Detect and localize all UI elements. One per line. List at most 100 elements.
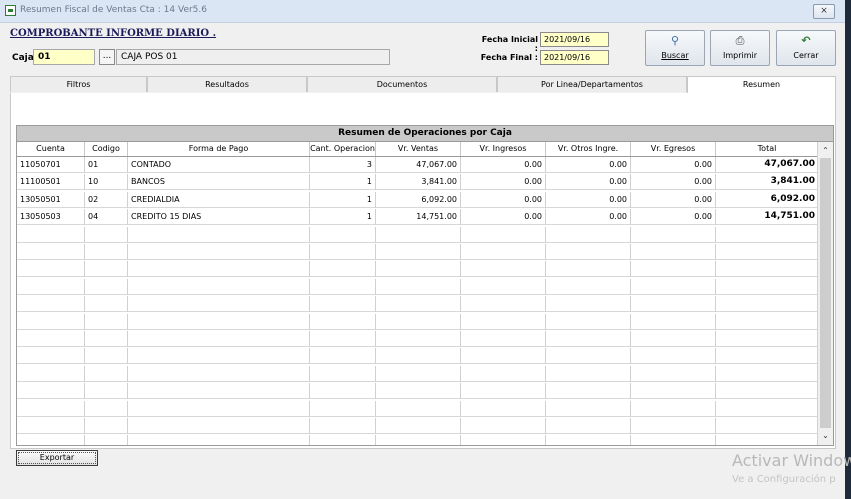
column-header-vr-egresos[interactable]: Vr. Egresos	[631, 142, 716, 156]
caja-lookup-button[interactable]: ...	[99, 49, 115, 65]
table-row[interactable]: 11050701 01 CONTADO 3 47,067.00 0.00 0.00 0.00 4…	[17, 157, 819, 173]
imprimir-label: Imprimir	[722, 51, 758, 60]
cell-cuenta	[17, 313, 85, 330]
cell-cuenta	[17, 244, 85, 260]
cell-vr-ingresos	[461, 278, 546, 295]
cell-cant-operacion	[310, 400, 376, 417]
empty-table-row[interactable]	[17, 418, 819, 434]
cell-total	[716, 400, 819, 417]
tab-documentos[interactable]: Documentos	[307, 76, 497, 92]
cell-cant-operacion	[310, 435, 376, 445]
buscar-button[interactable]: ⚲ Buscar	[645, 30, 705, 66]
empty-table-row[interactable]	[17, 348, 819, 365]
cell-vr-ventas: 47,067.00	[376, 157, 461, 173]
resumen-grid[interactable]: Cuenta Codigo Forma de Pago Cant. Operacion…	[16, 142, 834, 446]
cell-codigo: 04	[85, 209, 128, 226]
tab-resultados[interactable]: Resultados	[147, 76, 307, 92]
column-header-cant-operacion[interactable]: Cant. Operacion	[310, 142, 376, 156]
cell-vr-ingresos	[461, 418, 546, 434]
empty-table-row[interactable]	[17, 400, 819, 417]
cell-cant-operacion: 3	[310, 157, 376, 173]
table-row[interactable]: 13050501 02 CREDIALDIA 1 6,092.00 0.00 0.00 0.0…	[17, 191, 819, 208]
cell-codigo	[85, 383, 128, 400]
empty-table-row[interactable]	[17, 435, 819, 445]
cell-vr-otros-ingre: 0.00	[546, 191, 631, 208]
empty-table-row[interactable]	[17, 331, 819, 347]
cell-codigo	[85, 331, 128, 347]
cell-cuenta	[17, 261, 85, 278]
cell-vr-egresos: 0.00	[631, 191, 716, 208]
fecha-inicial-label: Fecha Inicial :	[481, 35, 538, 53]
window-title: Resumen Fiscal de Ventas Cta : 14 Ver5.6	[20, 5, 207, 15]
exportar-button[interactable]: Exportar	[16, 450, 98, 466]
cell-codigo	[85, 226, 128, 243]
table-row[interactable]: 13050503 04 CREDITO 15 DIAS 1 14,751.00 0.00 0…	[17, 209, 819, 226]
close-window-button[interactable]: ⨯	[813, 4, 835, 19]
cell-vr-ingresos: 0.00	[461, 209, 546, 226]
cell-codigo	[85, 435, 128, 445]
cell-vr-otros-ingre: 0.00	[546, 209, 631, 226]
caja-code-field[interactable]: 01	[33, 49, 95, 65]
cell-cant-operacion	[310, 348, 376, 365]
scroll-thumb[interactable]	[820, 158, 831, 428]
cell-forma-de-pago	[128, 418, 310, 434]
cell-vr-ventas	[376, 278, 461, 295]
imprimir-button[interactable]: ⎙ Imprimir	[710, 30, 770, 66]
cell-codigo	[85, 313, 128, 330]
cell-forma-de-pago: CREDITO 15 DIAS	[128, 209, 310, 226]
vertical-scrollbar[interactable]: ⌃ ⌄	[817, 142, 833, 445]
scroll-up-icon[interactable]: ⌃	[818, 144, 833, 158]
cell-forma-de-pago	[128, 365, 310, 382]
cell-vr-otros-ingre	[546, 383, 631, 400]
cell-vr-egresos	[631, 383, 716, 400]
empty-table-row[interactable]	[17, 296, 819, 313]
cell-vr-egresos	[631, 244, 716, 260]
cell-vr-ingresos	[461, 365, 546, 382]
cell-vr-otros-ingre	[546, 400, 631, 417]
cell-forma-de-pago	[128, 278, 310, 295]
cell-codigo	[85, 261, 128, 278]
cell-vr-otros-ingre: 0.00	[546, 174, 631, 191]
tab-por-linea-departamentos[interactable]: Por Linea/Departamentos	[497, 76, 687, 92]
tab-filtros[interactable]: Filtros	[10, 76, 147, 92]
empty-table-row[interactable]	[17, 313, 819, 330]
cell-codigo: 01	[85, 157, 128, 173]
spreadsheet-app-icon	[5, 5, 16, 16]
fecha-inicial-input[interactable]: 2021/09/16	[540, 32, 609, 47]
cell-vr-ingresos	[461, 400, 546, 417]
cell-vr-egresos	[631, 296, 716, 313]
empty-table-row[interactable]	[17, 383, 819, 400]
title-bar[interactable]: Resumen Fiscal de Ventas Cta : 14 Ver5.6…	[0, 0, 845, 23]
fecha-final-label: Fecha Final :	[480, 53, 538, 62]
empty-table-row[interactable]	[17, 261, 819, 278]
fecha-final-input[interactable]: 2021/09/16	[540, 50, 609, 65]
empty-table-row[interactable]	[17, 365, 819, 382]
empty-table-row[interactable]	[17, 226, 819, 243]
cell-forma-de-pago	[128, 435, 310, 445]
empty-table-row[interactable]	[17, 278, 819, 295]
empty-table-row[interactable]	[17, 244, 819, 260]
cell-vr-egresos	[631, 226, 716, 243]
column-header-total[interactable]: Total	[716, 142, 819, 156]
cell-vr-otros-ingre	[546, 278, 631, 295]
tab-resumen[interactable]: Resumen	[687, 76, 836, 94]
cell-total	[716, 365, 819, 382]
cell-vr-ventas: 3,841.00	[376, 174, 461, 191]
table-row[interactable]: 11100501 10 BANCOS 1 3,841.00 0.00 0.00 0.00 3,8…	[17, 174, 819, 191]
column-header-cuenta[interactable]: Cuenta	[17, 142, 85, 156]
cell-vr-egresos: 0.00	[631, 209, 716, 226]
cell-cuenta	[17, 435, 85, 445]
cerrar-button[interactable]: ↶ Cerrar	[776, 30, 836, 66]
report-title: COMPROBANTE INFORME DIARIO .	[10, 28, 217, 39]
column-header-vr-otros-ingre[interactable]: Vr. Otros Ingre.	[546, 142, 631, 156]
column-header-codigo[interactable]: Codigo	[85, 142, 128, 156]
column-header-forma-de-pago[interactable]: Forma de Pago	[128, 142, 310, 156]
scroll-down-icon[interactable]: ⌄	[818, 429, 833, 443]
cell-vr-ingresos	[461, 226, 546, 243]
column-header-vr-ingresos[interactable]: Vr. Ingresos	[461, 142, 546, 156]
cell-vr-ingresos	[461, 296, 546, 313]
cell-total	[716, 348, 819, 365]
column-header-vr-ventas[interactable]: Vr. Ventas	[376, 142, 461, 156]
cell-vr-ingresos	[461, 383, 546, 400]
cell-cant-operacion	[310, 365, 376, 382]
